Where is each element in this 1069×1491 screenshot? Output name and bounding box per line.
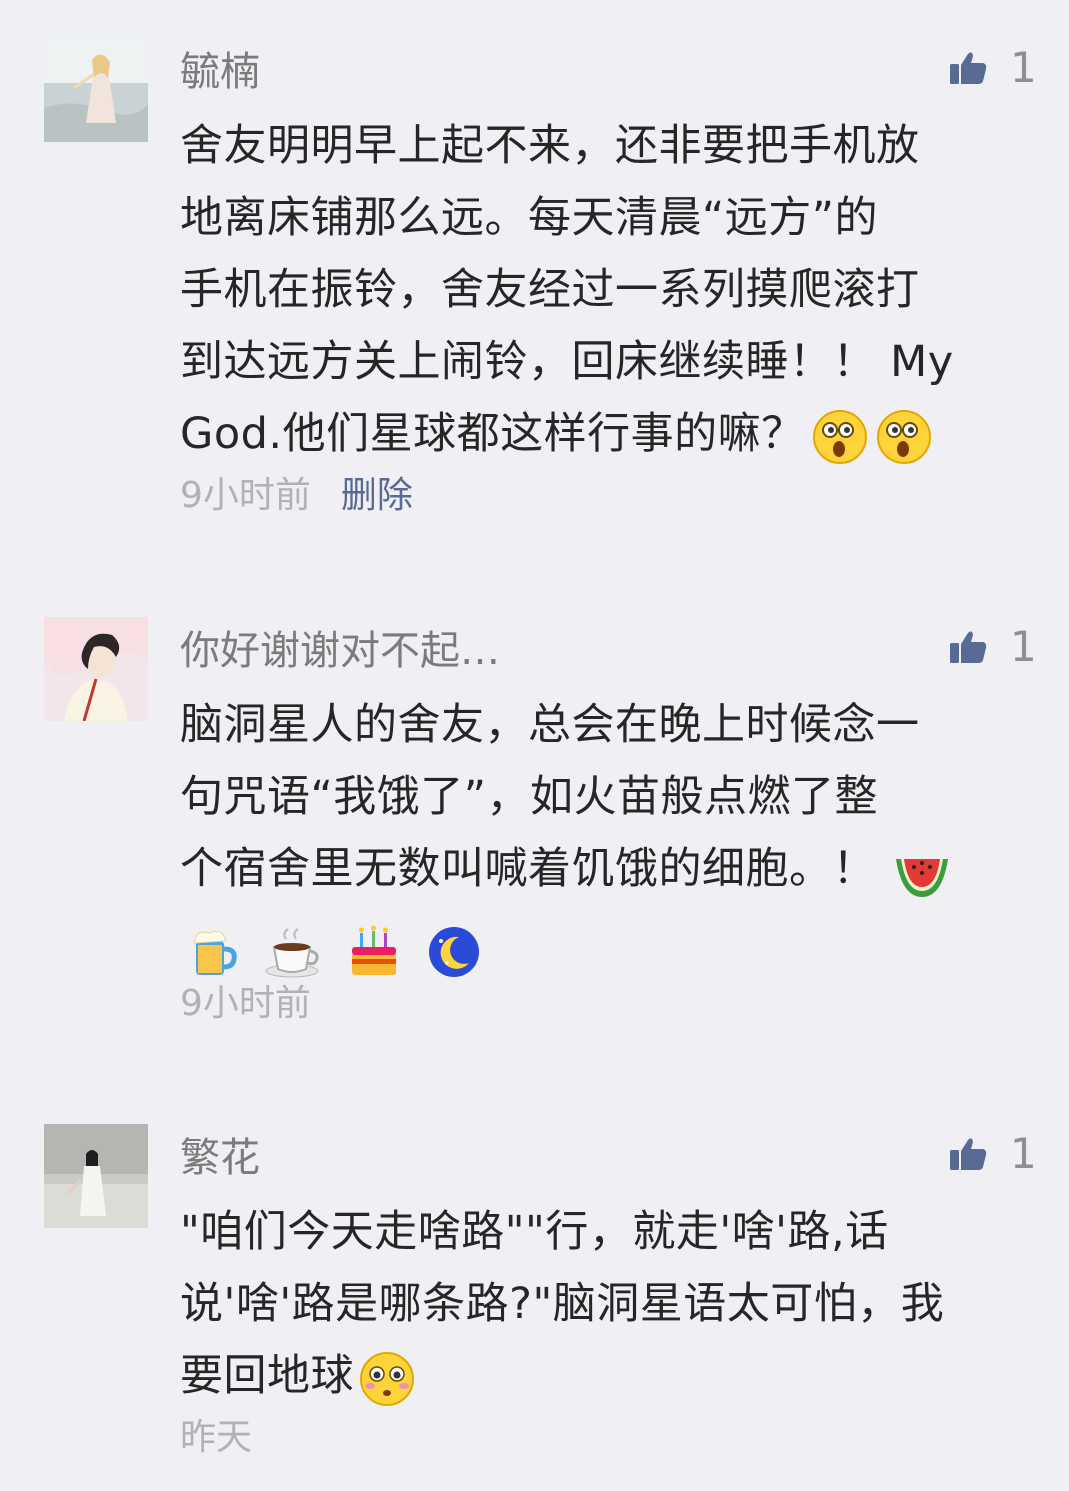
comment-time: 9小时前	[180, 983, 311, 1024]
like-count: 1	[1010, 1129, 1037, 1178]
like-button[interactable]: 1	[948, 623, 1037, 671]
comment-meta: 9小时前 删除	[180, 474, 413, 518]
flushed-face-emoji	[358, 1350, 416, 1408]
delete-link[interactable]: 删除	[341, 475, 413, 516]
comment-meta: 9小时前	[180, 982, 311, 1026]
comment-meta: 昨天	[180, 1416, 252, 1460]
coffee-emoji	[262, 923, 324, 981]
comment-text: 脑洞星人的舍友，总会在晚上时候念一 句咒语“我饿了”，如火苗般点燃了整 个宿舍里…	[180, 689, 1030, 985]
comment-line: 舍友明明早上起不来，还非要把手机放	[180, 121, 920, 171]
avatar[interactable]	[44, 617, 148, 721]
comment-text: 舍友明明早上起不来，还非要把手机放 地离床铺那么远。每天清晨“远方”的 手机在振…	[180, 110, 1030, 470]
emoji-row	[180, 905, 1030, 985]
comment-line: 地离床铺那么远。每天清晨“远方”的	[180, 193, 879, 243]
comment-text: "咱们今天走啥路""行，就走'啥'路,话 说'啥'路是哪条路?"脑洞星语太可怕，…	[180, 1196, 1030, 1412]
comment-line: 要回地球	[180, 1340, 1030, 1412]
comment-line: 手机在振铃，舍友经过一系列摸爬滚打	[180, 265, 920, 315]
like-button[interactable]: 1	[948, 1130, 1037, 1178]
comment-time: 昨天	[180, 1417, 253, 1458]
username[interactable]: 你好谢谢对不起…	[180, 627, 500, 675]
like-count: 1	[1010, 622, 1037, 671]
moon-emoji	[425, 923, 483, 981]
comment-line: 脑洞星人的舍友，总会在晚上时候念一	[180, 700, 920, 750]
comment-line-text: 个宿舍里无数叫喊着饥饿的细胞。！	[180, 844, 876, 894]
username[interactable]: 毓楠	[180, 48, 260, 96]
comment-line: God.他们星球都这样行事的嘛？	[180, 398, 1030, 470]
beer-emoji	[184, 923, 242, 981]
watermelon-emoji	[892, 843, 952, 901]
comment-line-text: 要回地球	[180, 1351, 354, 1401]
username[interactable]: 繁花	[180, 1134, 260, 1182]
like-count: 1	[1010, 43, 1037, 92]
avatar[interactable]	[44, 38, 148, 142]
comment-line-text: God.他们星球都这样行事的嘛？	[180, 409, 805, 459]
shocked-face-emoji	[811, 408, 869, 466]
thumbs-up-icon	[948, 1134, 988, 1174]
comment-line: 说'啥'路是哪条路?"脑洞星语太可怕，我	[180, 1279, 945, 1329]
comment-line: 到达远方关上闹铃，回床继续睡！！ My	[180, 337, 954, 387]
avatar[interactable]	[44, 1124, 148, 1228]
comment-line: "咱们今天走啥路""行，就走'啥'路,话	[180, 1207, 889, 1257]
comment-line: 句咒语“我饿了”，如火苗般点燃了整	[180, 772, 879, 822]
cake-emoji	[346, 923, 402, 981]
shocked-face-emoji	[875, 408, 933, 466]
thumbs-up-icon	[948, 48, 988, 88]
comment-time: 9小时前	[180, 475, 311, 516]
like-button[interactable]: 1	[948, 44, 1037, 92]
thumbs-up-icon	[948, 627, 988, 667]
comment-line: 个宿舍里无数叫喊着饥饿的细胞。！	[180, 833, 1030, 905]
